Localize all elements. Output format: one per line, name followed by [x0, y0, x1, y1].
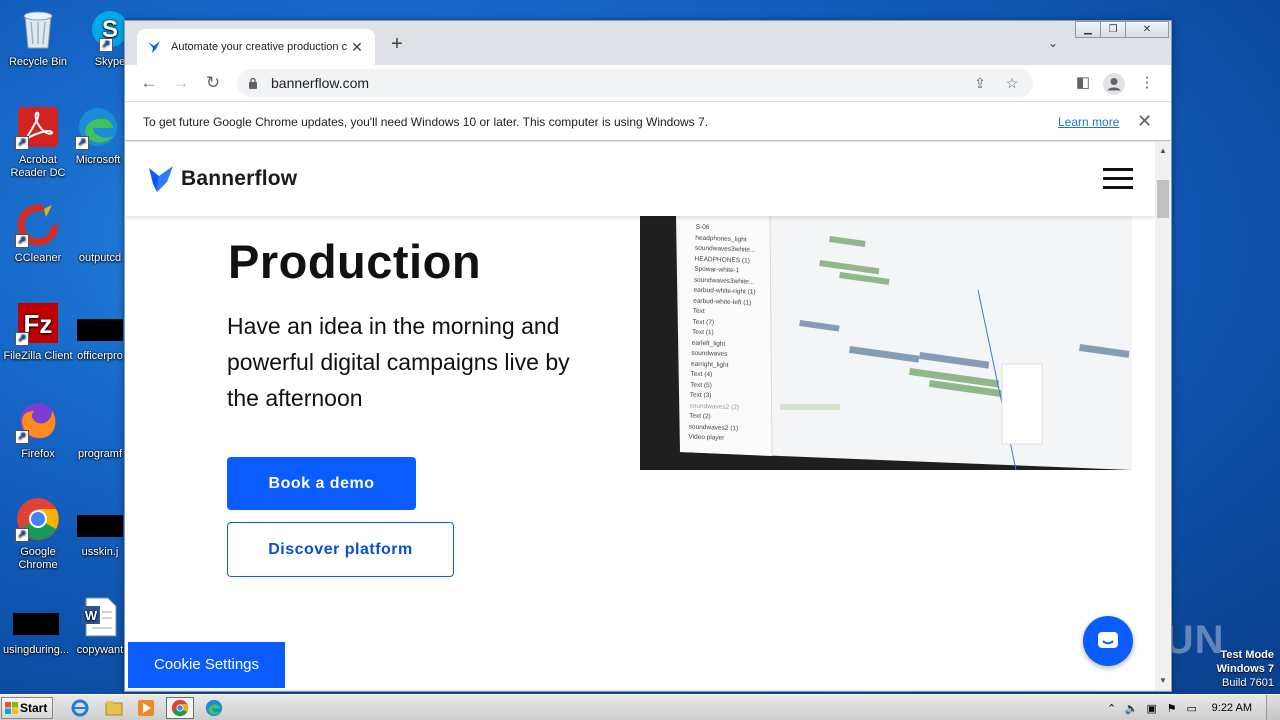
file-icon [77, 202, 123, 248]
tab-search-chevron-icon[interactable]: ⌄ [1043, 36, 1063, 56]
word-doc-icon: W [77, 594, 123, 640]
window-controls: ▁ ❐ ✕ [1075, 21, 1169, 39]
side-panel-icon[interactable]: ◧ [1073, 73, 1093, 93]
build-number: Build 7601 [1222, 677, 1274, 689]
show-desktop-button[interactable] [1266, 695, 1280, 720]
clock[interactable]: 9:22 AM [1212, 702, 1252, 714]
action-center-flag-icon[interactable]: ⚑ [1162, 702, 1182, 715]
browser-toolbar: ← → ↻ bannerflow.com ⇪ ☆ ◧ ⋮ [125, 65, 1171, 101]
test-mode-notice: Test Mode Windows 7 Build 7601 [1217, 648, 1274, 690]
file-icon [13, 594, 59, 640]
tray-expand-icon[interactable]: ⌃ [1102, 702, 1122, 715]
close-window-icon[interactable]: ✕ [1125, 21, 1169, 38]
chat-icon [1098, 632, 1118, 648]
start-label: Start [20, 701, 48, 715]
file-icon [77, 496, 123, 542]
menu-kebab-icon[interactable]: ⋮ [1137, 73, 1157, 93]
tab-bannerflow[interactable]: Automate your creative production c ✕ [137, 29, 375, 65]
taskbar-explorer-icon[interactable] [100, 697, 128, 719]
taskbar-edge-icon[interactable] [200, 697, 228, 719]
desktop-icon-label: Recycle Bin [8, 56, 68, 68]
taskbar: Start ⌃ 🔈 ▣ ⚑ ▭ 9:22 AM [0, 694, 1280, 720]
system-tray: ⌃ 🔈 ▣ ⚑ ▭ 9:22 AM [1102, 695, 1280, 720]
svg-text:W: W [85, 608, 98, 623]
bookmark-star-icon[interactable]: ☆ [1001, 75, 1023, 92]
discover-platform-button[interactable]: Discover platform [227, 522, 454, 577]
brand-name: Bannerflow [181, 167, 298, 190]
layer-list: S-06 headphones_light soundwaves3white..… [688, 223, 776, 446]
scroll-down-arrow-icon[interactable]: ▼ [1155, 674, 1171, 688]
address-bar[interactable]: bannerflow.com ⇪ ☆ [237, 69, 1033, 97]
recycle-bin-icon [15, 6, 61, 52]
hero-subtitle: Have an idea in the morning and powerful… [227, 313, 570, 411]
share-icon[interactable]: ⇪ [969, 75, 991, 92]
page-viewport: Bannerflow Production Have an idea in th… [125, 142, 1155, 690]
scroll-up-arrow-icon[interactable]: ▲ [1155, 144, 1171, 158]
volume-icon[interactable]: 🔈 [1122, 702, 1142, 715]
bannerflow-favicon-icon [148, 41, 160, 53]
url-text: bannerflow.com [271, 75, 370, 91]
close-tab-icon[interactable]: ✕ [349, 39, 365, 55]
hamburger-menu-icon[interactable] [1103, 168, 1133, 190]
new-tab-icon[interactable]: + [387, 34, 407, 55]
site-header: Bannerflow [125, 142, 1155, 216]
lock-icon [249, 77, 257, 89]
update-infobar: To get future Google Chrome updates, you… [125, 101, 1171, 141]
taskbar-media-player-icon[interactable] [132, 697, 160, 719]
minimize-icon[interactable]: ▁ [1075, 21, 1101, 38]
taskbar-chrome-icon[interactable] [166, 697, 194, 719]
firefox-icon: ↗ [15, 398, 61, 444]
test-mode-line1: Test Mode [1220, 649, 1274, 661]
restore-icon[interactable]: ❐ [1100, 21, 1126, 38]
desktop-icon-recycle-bin[interactable]: Recycle Bin [0, 6, 76, 69]
display-icon[interactable]: ▭ [1182, 702, 1202, 715]
tab-strip: Automate your creative production c ✕ + … [125, 21, 1171, 65]
reload-icon[interactable]: ↻ [203, 73, 223, 93]
chrome-icon: ↗ [15, 496, 61, 542]
windows-logo-icon [5, 702, 18, 714]
infobar-close-icon[interactable]: ✕ [1137, 111, 1152, 132]
network-icon[interactable]: ▣ [1142, 702, 1162, 715]
ccleaner-icon: ↗ [15, 202, 61, 248]
edge-icon: ↗ [75, 104, 121, 150]
test-mode-line2: Windows 7 [1216, 663, 1274, 675]
tab-title: Automate your creative production c [171, 41, 348, 53]
file-icon [77, 300, 123, 346]
back-arrow-icon[interactable]: ← [139, 73, 159, 93]
taskbar-ie-icon[interactable] [66, 697, 94, 719]
filezilla-icon: Fz ↗ [15, 300, 61, 346]
page-scrollbar[interactable]: ▲ ▼ [1155, 142, 1171, 690]
product-screenshot-image: S-06 headphones_light soundwaves3white..… [640, 216, 1132, 470]
cookie-settings-button[interactable]: Cookie Settings [128, 642, 285, 688]
scrollbar-thumb[interactable] [1157, 180, 1169, 218]
profile-avatar-icon[interactable] [1103, 73, 1125, 95]
file-icon [77, 398, 123, 444]
forward-arrow-icon[interactable]: → [171, 73, 191, 93]
hero-title: Production [228, 235, 482, 288]
chrome-window: Automate your creative production c ✕ + … [124, 20, 1172, 692]
book-demo-button[interactable]: Book a demo [227, 457, 416, 510]
learn-more-link[interactable]: Learn more [1058, 115, 1119, 129]
start-button[interactable]: Start [1, 697, 53, 719]
bannerflow-logo[interactable]: Bannerflow [147, 164, 297, 194]
acrobat-icon: ↗ [15, 104, 61, 150]
chat-widget-button[interactable] [1083, 616, 1133, 666]
infobar-message: To get future Google Chrome updates, you… [143, 115, 709, 129]
butterfly-logo-icon [149, 166, 173, 192]
